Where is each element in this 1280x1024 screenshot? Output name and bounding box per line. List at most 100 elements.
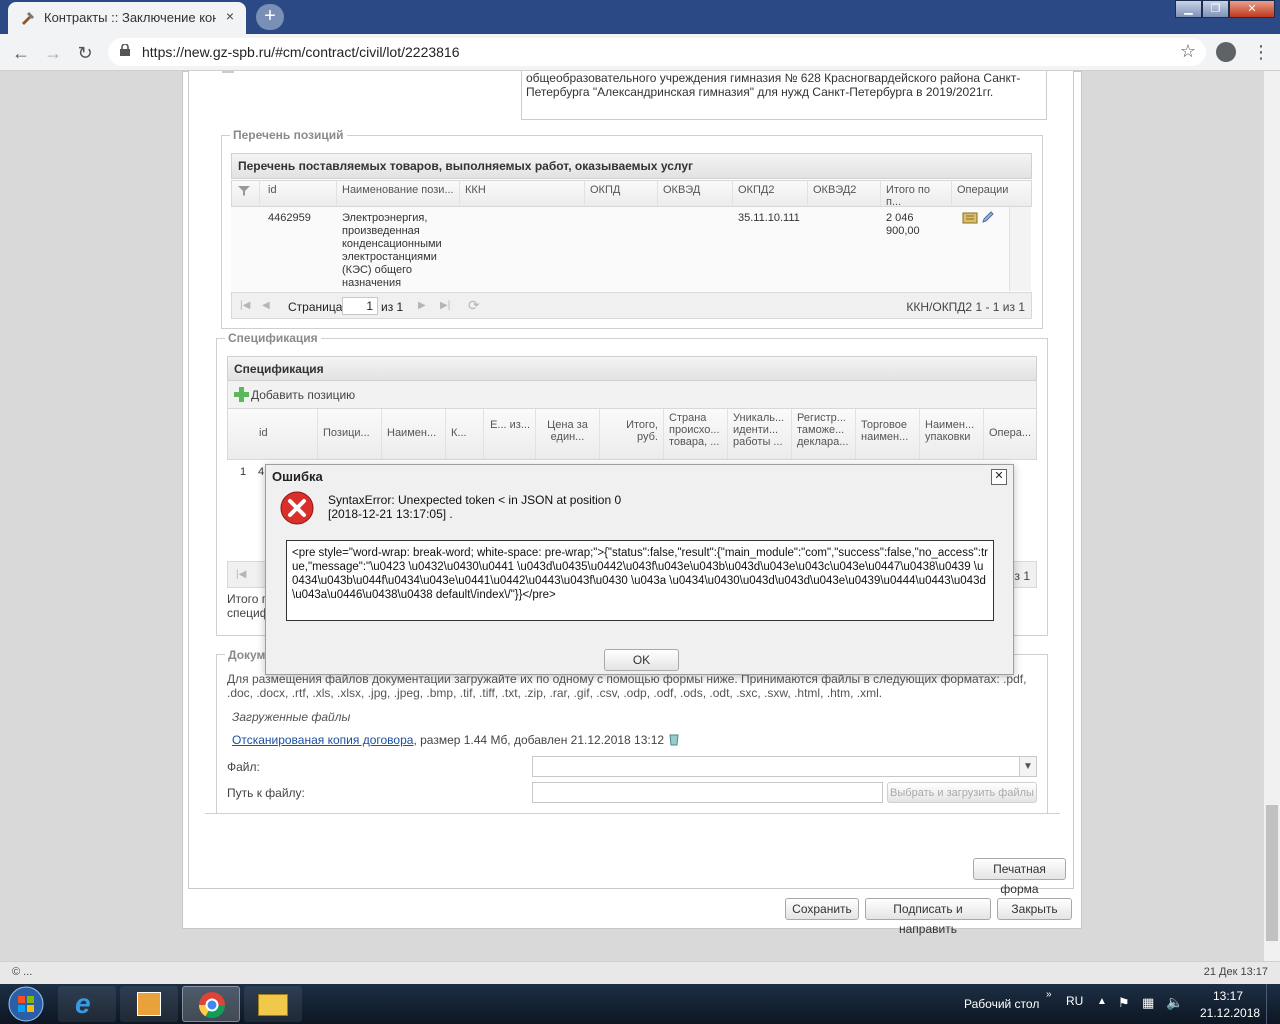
- customer-address-text: общеобразовательного учреждения гимназия…: [521, 71, 1047, 120]
- add-position-button[interactable]: Добавить позицию: [251, 388, 355, 402]
- spec-grid-title: Спецификация: [227, 356, 1037, 381]
- clock-time[interactable]: 13:17: [1213, 989, 1243, 1003]
- positions-col-ops[interactable]: Операции: [952, 181, 1033, 206]
- positions-col-okpd2[interactable]: ОКПД2: [733, 181, 808, 206]
- table-row[interactable]: 4462959 Электроэнергия, произведенная ко…: [231, 207, 1009, 291]
- row-okpd2: 35.11.10.111: [738, 212, 800, 224]
- chevron-down-icon[interactable]: ▼: [1019, 757, 1036, 776]
- bookmark-star-icon[interactable]: ☆: [1180, 41, 1196, 62]
- dialog-title: Ошибка: [272, 469, 323, 484]
- spec-legend: Спецификация: [225, 331, 321, 345]
- window-maximize-button[interactable]: ❐: [1202, 0, 1229, 18]
- row-id: 4462959: [268, 212, 311, 224]
- first-page-icon[interactable]: |◀: [240, 300, 250, 311]
- sign-and-send-button[interactable]: Подписать и направить: [865, 898, 991, 936]
- clock-date[interactable]: 21.12.2018: [1200, 1006, 1260, 1020]
- spec-col-trade-name[interactable]: Торговое наимен...: [856, 409, 920, 459]
- spec-row-id: 4: [258, 466, 265, 478]
- file-select[interactable]: ▼: [532, 756, 1037, 777]
- menu-dots-icon[interactable]: ⋮: [1252, 42, 1270, 62]
- spec-col-position[interactable]: Позици...: [318, 409, 382, 459]
- close-button[interactable]: Закрыть: [997, 898, 1072, 920]
- page-scrollbar-thumb[interactable]: [1266, 805, 1278, 941]
- page-number-input[interactable]: 1: [342, 297, 378, 315]
- page-label: Страница: [288, 300, 343, 314]
- spec-col-unique-id[interactable]: Уникаль... иденти... работы ...: [728, 409, 792, 459]
- server-datetime: 21 Дек 13:17: [1203, 966, 1268, 978]
- chrome-taskbar-icon[interactable]: [182, 986, 240, 1022]
- error-dialog: Ошибка ✕ SyntaxError: Unexpected token <…: [265, 464, 1014, 675]
- address-bar[interactable]: https://new.gz-spb.ru/#cm/contract/civil…: [108, 38, 1206, 66]
- window-close-button[interactable]: ✕: [1229, 0, 1275, 18]
- positions-col-okved2[interactable]: ОКВЭД2: [808, 181, 881, 206]
- volume-icon[interactable]: 🔈: [1166, 994, 1183, 1011]
- spec-col-total[interactable]: Итого, руб.: [600, 409, 664, 459]
- file-path-input[interactable]: [532, 782, 883, 803]
- positions-col-name[interactable]: Наименование пози...: [337, 181, 460, 206]
- back-arrow-icon[interactable]: ←: [10, 42, 32, 64]
- dialog-close-icon[interactable]: ✕: [991, 469, 1007, 485]
- spec-col-customs[interactable]: Регистр... таможе... деклара...: [792, 409, 856, 459]
- edit-pencil-icon[interactable]: [981, 210, 995, 224]
- positions-col-okpd[interactable]: ОКПД: [585, 181, 658, 206]
- window-minimize-button[interactable]: ▁: [1175, 0, 1202, 18]
- field-label-fragment: [222, 71, 234, 73]
- last-page-icon[interactable]: ▶|: [440, 300, 450, 311]
- ie-taskbar-icon[interactable]: e: [58, 986, 116, 1022]
- spec-col-ops[interactable]: Опера...: [984, 409, 1038, 459]
- tray-expand-icon[interactable]: ▲: [1097, 996, 1107, 1007]
- app-statusbar: © ... 21 Дек 13:17: [0, 961, 1280, 984]
- profile-avatar-icon[interactable]: [1216, 42, 1236, 62]
- spec-total-label: Итого п: [227, 592, 269, 606]
- next-page-icon[interactable]: ▶: [418, 300, 426, 311]
- spec-col-name[interactable]: Наимен...: [382, 409, 446, 459]
- positions-col-total[interactable]: Итого по п...: [881, 181, 952, 206]
- tab-close-icon[interactable]: ×: [226, 8, 234, 24]
- prev-page-icon[interactable]: ◀: [262, 300, 270, 311]
- media-player-taskbar-icon[interactable]: [120, 986, 178, 1022]
- filter-clear-icon[interactable]: [232, 181, 260, 206]
- spec-col-country[interactable]: Страна происхо... товара, ...: [664, 409, 728, 459]
- spec-col-qty[interactable]: К...: [446, 409, 484, 459]
- save-button[interactable]: Сохранить: [785, 898, 859, 920]
- language-indicator[interactable]: RU: [1066, 994, 1083, 1008]
- uploaded-file-info: , размер 1.44 Мб, добавлен 21.12.2018 13…: [413, 733, 665, 747]
- forward-arrow-icon[interactable]: →: [42, 42, 64, 64]
- show-desktop-button[interactable]: [1266, 984, 1280, 1024]
- new-tab-button[interactable]: +: [256, 4, 284, 30]
- explorer-taskbar-icon[interactable]: [244, 986, 302, 1022]
- tab-title: Контракты :: Заключение контр: [44, 10, 216, 25]
- toolbar-expand-icon[interactable]: »: [1046, 989, 1052, 1000]
- browser-tab[interactable]: Контракты :: Заключение контр ×: [8, 2, 246, 34]
- spec-col-id[interactable]: id: [254, 409, 318, 459]
- action-center-icon[interactable]: ⚑: [1118, 995, 1130, 1011]
- docs-instructions: Для размещения файлов документации загру…: [227, 672, 1027, 700]
- spec-col-unit[interactable]: Е... из...: [484, 409, 536, 459]
- desktop-toolbar-label[interactable]: Рабочий стол: [964, 997, 1039, 1011]
- upload-files-button[interactable]: Выбрать и загрузить файлы: [887, 782, 1037, 803]
- spec-first-page-icon[interactable]: |◀: [236, 569, 246, 580]
- start-button-icon[interactable]: [4, 986, 48, 1022]
- positions-col-id[interactable]: id: [263, 181, 337, 206]
- positions-col-kkn[interactable]: ККН: [460, 181, 585, 206]
- spec-col-package[interactable]: Наимен... упаковки: [920, 409, 984, 459]
- uploaded-file-link[interactable]: Отсканированая копия договора: [232, 733, 413, 747]
- reload-icon[interactable]: ↻: [74, 42, 96, 64]
- positions-col-okved[interactable]: ОКВЭД: [658, 181, 733, 206]
- spec-col-price[interactable]: Цена за един...: [536, 409, 600, 459]
- ok-button[interactable]: OK: [604, 649, 679, 671]
- print-form-button[interactable]: Печатная форма: [973, 858, 1066, 896]
- refresh-icon[interactable]: ⟳: [468, 297, 480, 314]
- network-icon[interactable]: ▦: [1142, 995, 1154, 1011]
- uploaded-file-row: Отсканированая копия договора, размер 1.…: [232, 732, 681, 747]
- browser-tabstrip: Контракты :: Заключение контр × + ▁ ❐ ✕: [0, 0, 1280, 34]
- add-plus-icon[interactable]: [234, 387, 249, 402]
- positions-vertical-scrollbar[interactable]: [1009, 207, 1031, 291]
- error-icon: [280, 491, 314, 525]
- delete-file-icon[interactable]: [667, 732, 681, 746]
- windows-taskbar: e Рабочий стол » RU ▲ ⚑ ▦ 🔈 13:17 21.12.…: [0, 984, 1280, 1024]
- url-text: https://new.gz-spb.ru/#cm/contract/civil…: [142, 44, 460, 60]
- uploaded-files-label: Загруженные файлы: [232, 710, 351, 724]
- scroll-view-icon[interactable]: [962, 211, 978, 225]
- docs-legend: Докум: [225, 648, 269, 662]
